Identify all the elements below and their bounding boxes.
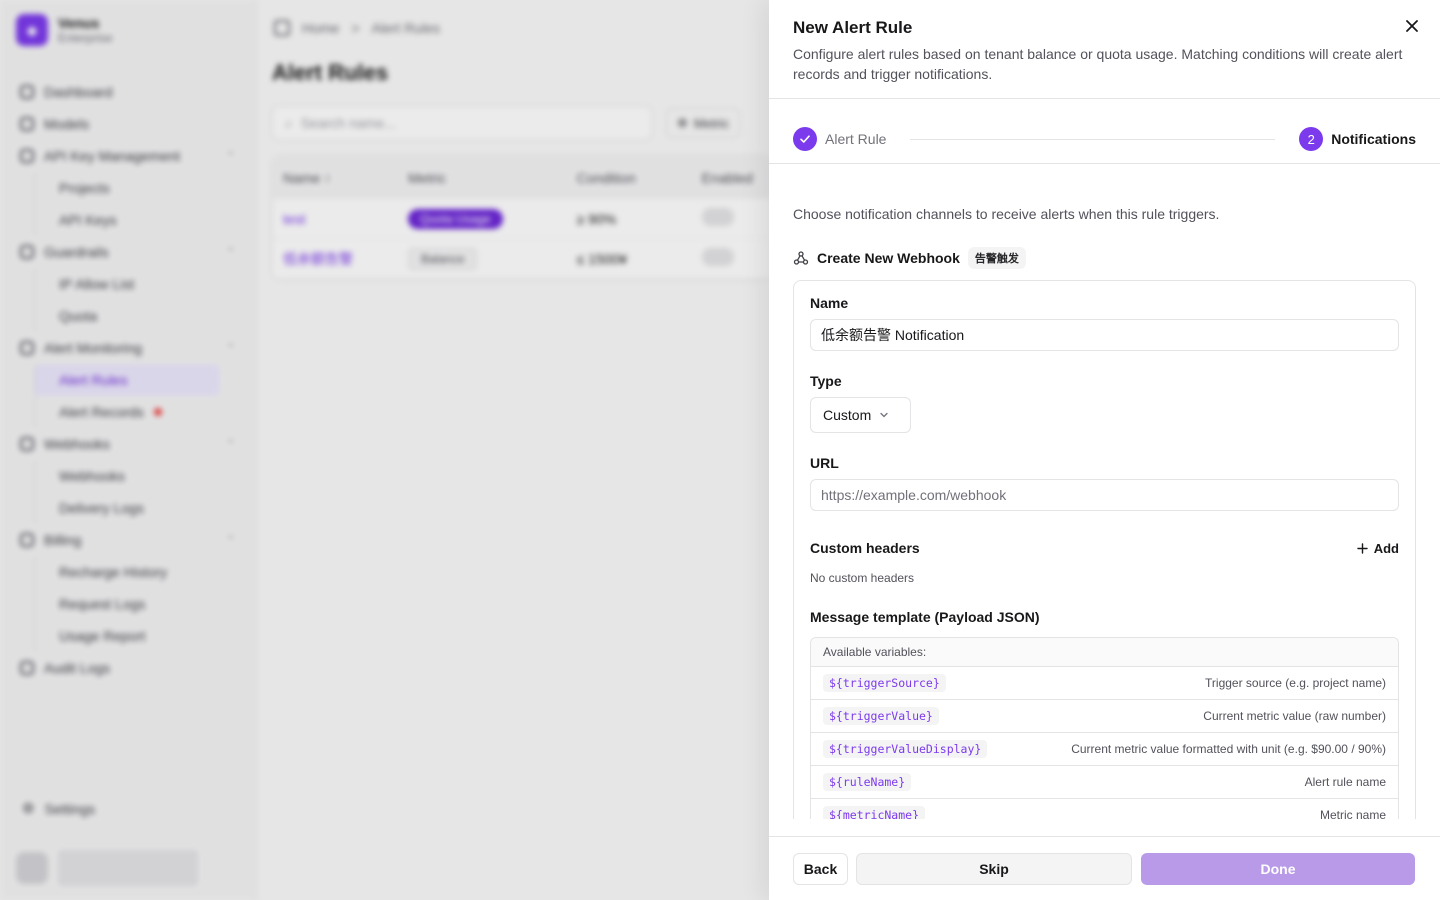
webhook-url-input[interactable] [810, 479, 1399, 511]
variable-code[interactable]: ${triggerValue} [823, 707, 939, 725]
add-header-label: Add [1373, 540, 1399, 556]
webhook-form-card: Name Type Custom URL Custom headers Add … [793, 280, 1416, 819]
plus-icon [1357, 542, 1368, 554]
done-button[interactable]: Done [1141, 853, 1415, 885]
add-header-button[interactable]: Add [1357, 536, 1399, 560]
variable-description: Current metric value formatted with unit… [1071, 742, 1386, 756]
webhook-icon [793, 251, 809, 265]
header-divider [769, 98, 1440, 99]
variable-code[interactable]: ${ruleName} [823, 773, 912, 791]
panel-header: New Alert Rule Configure alert rules bas… [793, 18, 1417, 84]
url-label: URL [810, 455, 839, 471]
webhook-section-header: Create New Webhook 告警触发 [793, 247, 1026, 269]
custom-headers-label: Custom headers [810, 540, 920, 556]
webhook-name-input[interactable] [810, 319, 1399, 351]
close-button[interactable] [1402, 16, 1422, 36]
variables-list: ${triggerSource} Trigger source (e.g. pro… [811, 667, 1398, 819]
variable-code[interactable]: ${triggerSource} [823, 674, 946, 692]
variable-description: Trigger source (e.g. project name) [1205, 676, 1386, 690]
new-alert-rule-panel: New Alert Rule Configure alert rules bas… [769, 0, 1440, 900]
panel-body[interactable]: Choose notification channels to receive … [793, 164, 1416, 819]
modal-overlay[interactable] [0, 0, 769, 900]
variable-code[interactable]: ${triggerValueDisplay} [823, 740, 988, 758]
variable-description: Current metric value (raw number) [1203, 709, 1386, 723]
panel-description: Configure alert rules based on tenant ba… [793, 46, 1403, 82]
step-connector [910, 138, 1276, 140]
step-2-label: Notifications [1331, 131, 1416, 147]
variable-row: ${ruleName} Alert rule name [811, 766, 1398, 799]
variable-row: ${triggerValueDisplay} Current metric val… [811, 733, 1398, 766]
message-template-label: Message template (Payload JSON) [810, 609, 1040, 625]
chevron-down-icon [880, 412, 888, 418]
stepper: Alert Rule 2 Notifications [793, 127, 1416, 151]
webhook-type-select[interactable]: Custom [810, 397, 911, 433]
type-value: Custom [823, 407, 872, 423]
no-custom-headers-text: No custom headers [810, 571, 915, 585]
close-icon [1406, 20, 1418, 32]
variables-header: Available variables: [811, 638, 1398, 667]
variable-row: ${triggerSource} Trigger source (e.g. pro… [811, 667, 1398, 700]
variable-description: Metric name [1319, 808, 1386, 819]
variable-row: ${metricName} Metric name [811, 799, 1398, 819]
notifications-intro: Choose notification channels to receive … [793, 206, 1220, 222]
skip-button[interactable]: Skip [856, 853, 1132, 885]
webhook-section-title: Create New Webhook [817, 250, 960, 266]
variable-row: ${triggerValue} Current metric value (raw… [811, 700, 1398, 733]
step-1-label[interactable]: Alert Rule [825, 131, 886, 147]
step-2-number: 2 [1299, 127, 1324, 151]
type-label: Type [810, 373, 842, 389]
variable-code[interactable]: ${metricName} [823, 806, 926, 819]
available-variables-table: Available variables: ${triggerSource} Tri… [810, 637, 1399, 819]
trigger-tag: 告警触发 [967, 247, 1026, 269]
name-label: Name [810, 295, 849, 311]
panel-title: New Alert Rule [793, 18, 913, 37]
variable-description: Alert rule name [1304, 775, 1386, 789]
back-button[interactable]: Back [793, 853, 848, 885]
panel-footer: Back Skip Done [769, 836, 1440, 900]
step-complete-check-icon [793, 127, 817, 151]
